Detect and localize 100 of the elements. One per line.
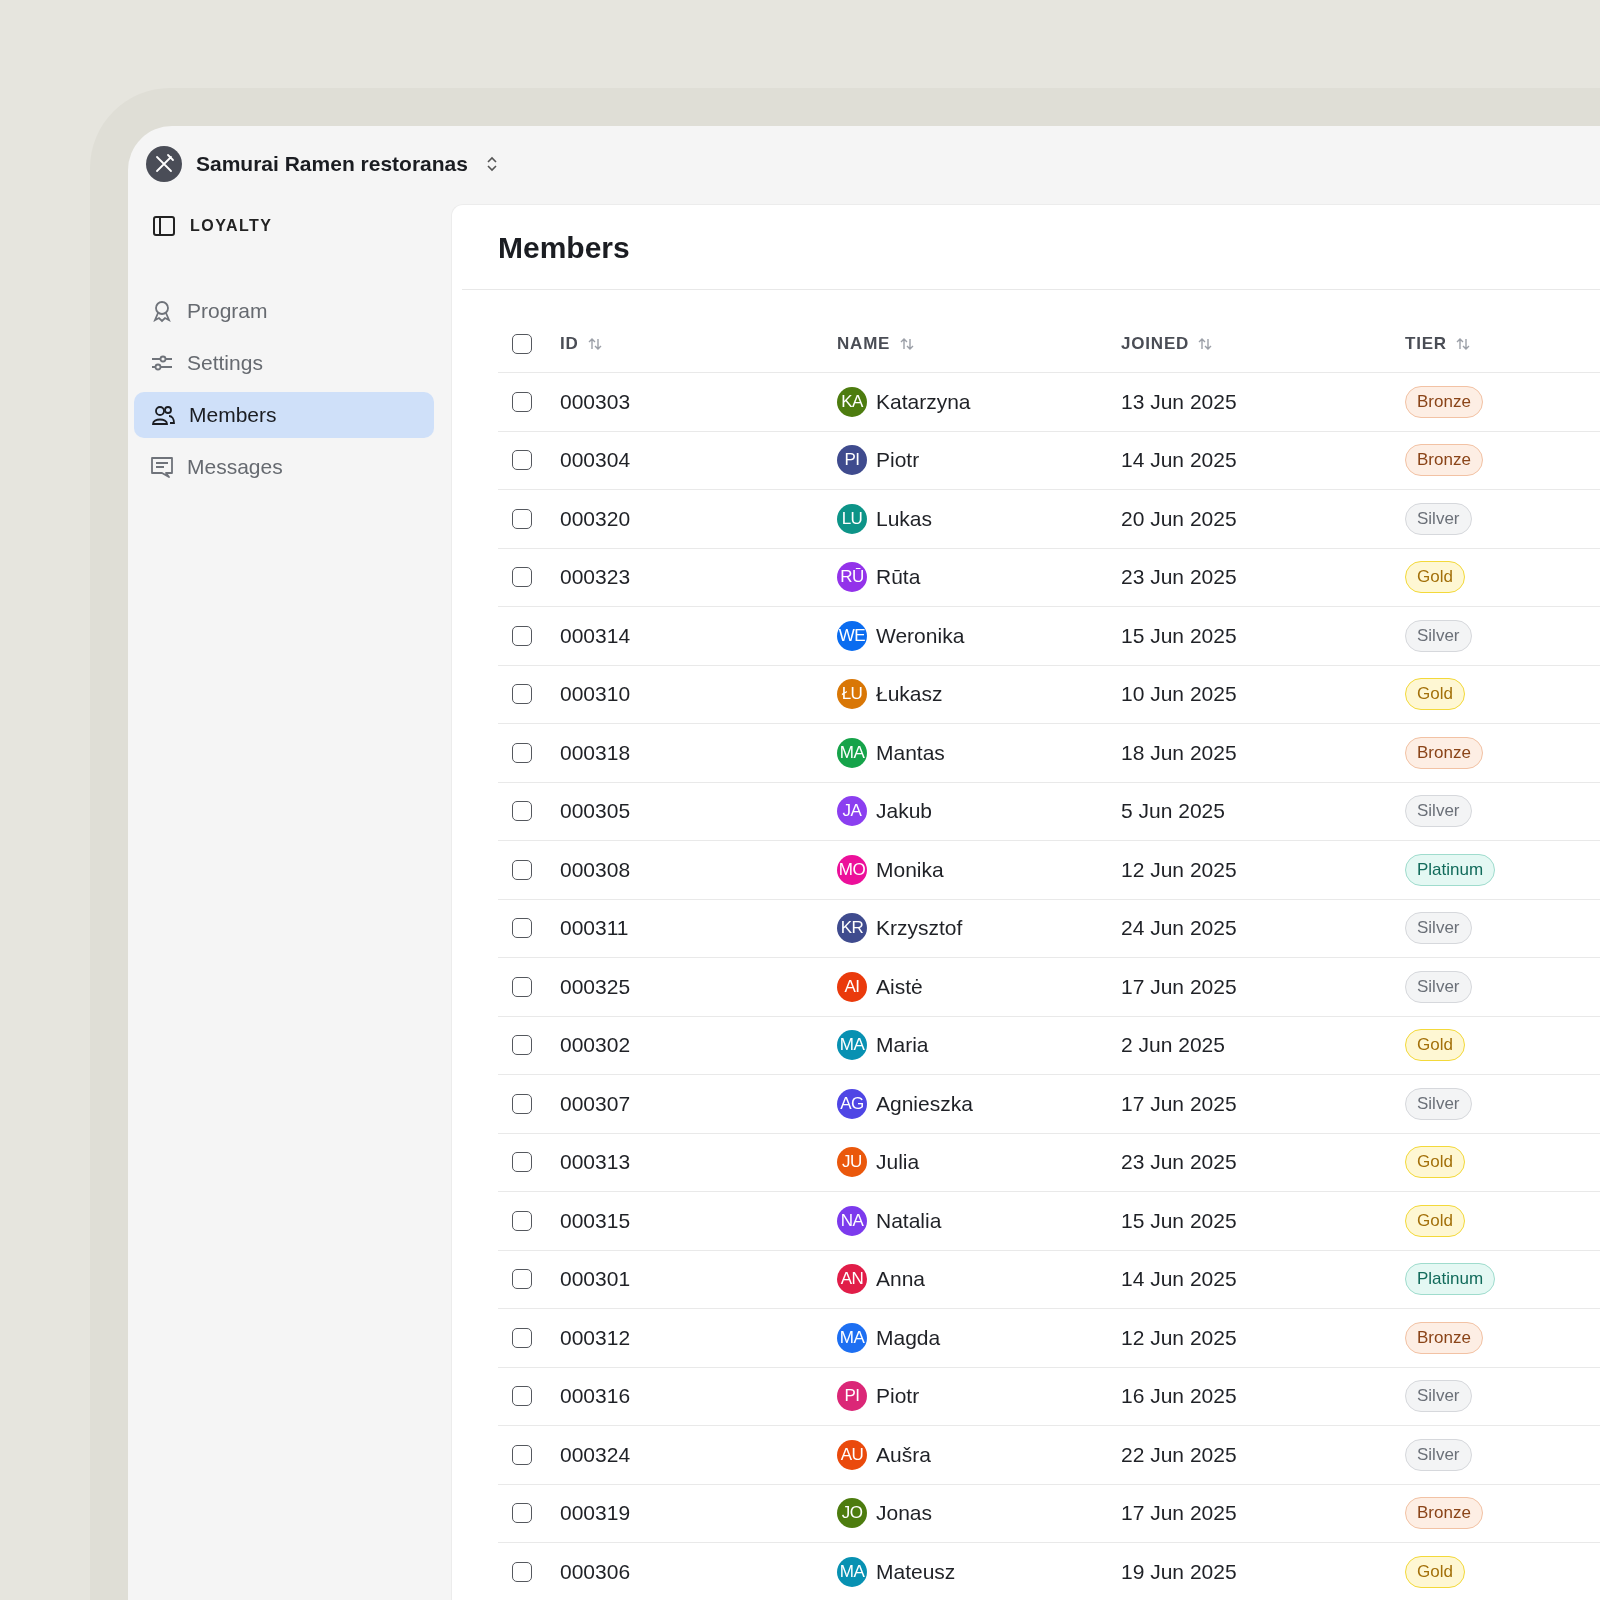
- joined-date: 15 Jun 2025: [1121, 1208, 1237, 1233]
- row-checkbox[interactable]: [512, 976, 532, 997]
- avatar-initials: JO: [837, 1498, 867, 1529]
- avatar-initials: LU: [837, 503, 867, 534]
- member-name: Rūta: [876, 565, 921, 590]
- avatar-initials: MA: [837, 1322, 867, 1353]
- member-name: Monika: [876, 857, 944, 882]
- avatar-initials: MA: [837, 737, 867, 768]
- member-name: Mateusz: [876, 1559, 956, 1584]
- member-name: Mantas: [876, 740, 945, 765]
- row-checkbox[interactable]: [512, 1386, 532, 1407]
- joined-date: 16 Jun 2025: [1121, 1384, 1237, 1409]
- row-checkbox[interactable]: [512, 567, 532, 588]
- row-checkbox[interactable]: [512, 918, 532, 939]
- member-name: Katarzyna: [876, 389, 971, 414]
- joined-date: 23 Jun 2025: [1121, 565, 1237, 590]
- row-checkbox[interactable]: [512, 625, 532, 646]
- joined-date: 18 Jun 2025: [1121, 740, 1237, 765]
- sort-arrows-icon[interactable]: [1454, 336, 1471, 352]
- row-checkbox[interactable]: [512, 1444, 532, 1465]
- sidebar-item[interactable]: Program: [134, 288, 434, 334]
- member-name: Anna: [876, 1267, 926, 1292]
- tier-badge: Bronze: [1405, 1321, 1483, 1354]
- member-name: Łukasz: [876, 682, 943, 707]
- member-name: Maria: [876, 1033, 929, 1058]
- joined-date: 5 Jun 2025: [1121, 799, 1225, 824]
- sidebar-panel-icon[interactable]: [152, 214, 176, 238]
- tier-badge: Gold: [1405, 1146, 1465, 1179]
- joined-date: 17 Jun 2025: [1121, 1501, 1237, 1526]
- row-checkbox[interactable]: [512, 508, 532, 529]
- users-icon: [150, 403, 176, 427]
- tier-badge: Platinum: [1405, 1263, 1496, 1296]
- member-id: 000307: [560, 1091, 631, 1116]
- tier-badge: Bronze: [1405, 385, 1483, 418]
- chevron-up-down-icon[interactable]: [485, 155, 498, 173]
- sort-arrows-icon[interactable]: [899, 336, 916, 352]
- sidebar-item[interactable]: Messages: [134, 444, 434, 490]
- tier-badge: Bronze: [1405, 444, 1483, 477]
- row-checkbox[interactable]: [512, 391, 532, 412]
- joined-date: 17 Jun 2025: [1121, 1091, 1237, 1116]
- sort-arrows-icon[interactable]: [1197, 336, 1214, 352]
- column-header[interactable]: ID: [560, 334, 579, 354]
- member-name: Krzysztof: [876, 916, 963, 941]
- row-checkbox[interactable]: [512, 1093, 532, 1114]
- member-name: Lukas: [876, 506, 933, 531]
- message-icon: [150, 455, 174, 479]
- row-checkbox[interactable]: [512, 1503, 532, 1524]
- tier-badge: Bronze: [1405, 1497, 1483, 1530]
- tier-badge: Platinum: [1405, 853, 1496, 886]
- sort-arrows-icon[interactable]: [586, 336, 603, 352]
- joined-date: 15 Jun 2025: [1121, 623, 1237, 648]
- joined-date: 19 Jun 2025: [1121, 1559, 1237, 1584]
- row-checkbox[interactable]: [512, 742, 532, 763]
- member-id: 000304: [560, 448, 631, 473]
- avatar-initials: ŁU: [837, 679, 867, 710]
- joined-date: 14 Jun 2025: [1121, 448, 1237, 473]
- joined-date: 2 Jun 2025: [1121, 1033, 1225, 1058]
- member-id: 000305: [560, 799, 631, 824]
- member-name: Jakub: [876, 799, 933, 824]
- column-header[interactable]: JOINED: [1121, 334, 1190, 354]
- workspace-name[interactable]: Samurai Ramen restoranas: [196, 152, 468, 176]
- row-checkbox[interactable]: [512, 801, 532, 822]
- tier-badge: Silver: [1405, 502, 1472, 535]
- row-checkbox[interactable]: [512, 1210, 532, 1231]
- member-id: 000324: [560, 1442, 631, 1467]
- avatar-initials: NA: [837, 1205, 867, 1236]
- member-id: 000315: [560, 1208, 631, 1233]
- member-id: 000311: [560, 916, 629, 941]
- row-checkbox[interactable]: [512, 684, 532, 705]
- column-header[interactable]: NAME: [837, 334, 891, 354]
- tier-badge: Silver: [1405, 912, 1472, 945]
- joined-date: 13 Jun 2025: [1121, 389, 1237, 414]
- member-id: 000302: [560, 1033, 631, 1058]
- row-checkbox[interactable]: [512, 1269, 532, 1290]
- tier-badge: Silver: [1405, 619, 1472, 652]
- row-checkbox[interactable]: [512, 1035, 532, 1056]
- row-checkbox[interactable]: [512, 1152, 532, 1173]
- member-id: 000313: [560, 1150, 631, 1175]
- select-all-checkbox[interactable]: [512, 334, 532, 354]
- tier-badge: Silver: [1405, 795, 1472, 828]
- avatar-initials: AU: [837, 1439, 867, 1470]
- award-ribbon-icon: [150, 299, 174, 323]
- tier-badge: Gold: [1405, 1204, 1465, 1237]
- row-checkbox[interactable]: [512, 1561, 532, 1582]
- member-id: 000318: [560, 740, 631, 765]
- avatar-initials: RŪ: [837, 562, 867, 593]
- sidebar-item[interactable]: Members: [134, 392, 434, 438]
- sidebar-item[interactable]: Settings: [134, 340, 434, 386]
- tier-badge: Silver: [1405, 1438, 1472, 1471]
- avatar-initials: MA: [837, 1556, 867, 1587]
- row-checkbox[interactable]: [512, 1327, 532, 1348]
- row-checkbox[interactable]: [512, 859, 532, 880]
- row-checkbox[interactable]: [512, 450, 532, 471]
- member-name: Weronika: [876, 623, 965, 648]
- member-id: 000319: [560, 1501, 631, 1526]
- tier-badge: Gold: [1405, 1555, 1465, 1588]
- member-id: 000301: [560, 1267, 631, 1292]
- column-header[interactable]: TIER: [1405, 334, 1447, 354]
- joined-date: 12 Jun 2025: [1121, 1325, 1237, 1350]
- joined-date: 10 Jun 2025: [1121, 682, 1237, 707]
